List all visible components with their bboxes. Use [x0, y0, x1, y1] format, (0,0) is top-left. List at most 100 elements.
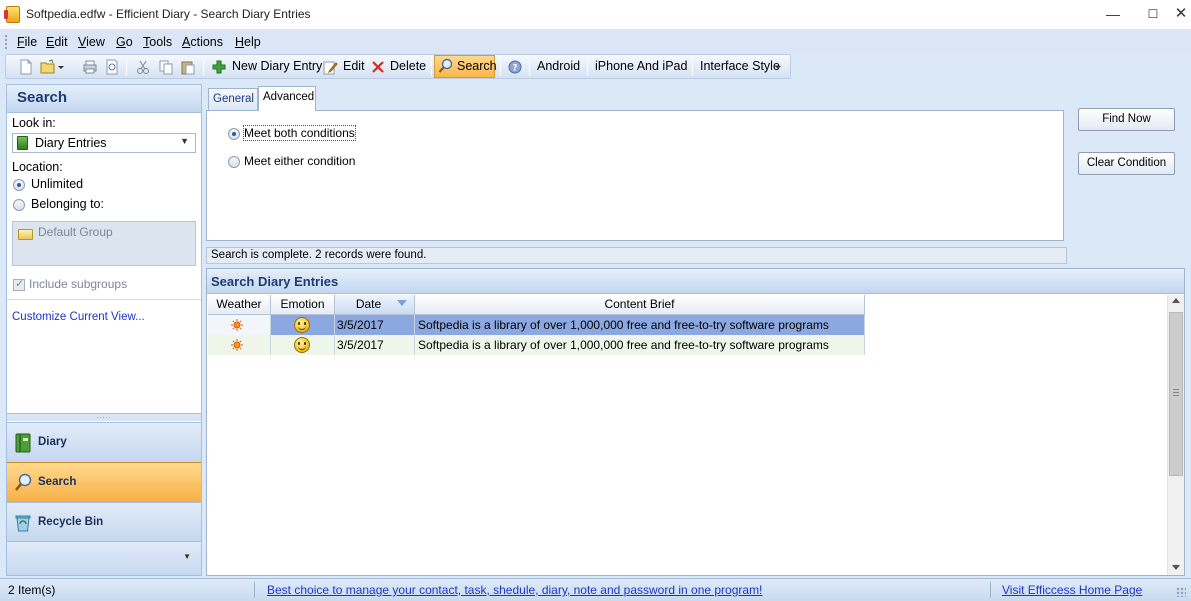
- nav-diary-label: Diary: [38, 436, 67, 448]
- window-title: Softpedia.edfw - Efficient Diary - Searc…: [26, 7, 311, 21]
- new-file-icon[interactable]: [18, 59, 34, 75]
- edit-pencil-icon: [323, 61, 338, 75]
- toolbar: New Diary Entry Edit Delete Search ? And…: [5, 54, 791, 79]
- open-folder-icon[interactable]: [40, 59, 56, 75]
- nav-search[interactable]: Search: [7, 462, 201, 502]
- menu-tools[interactable]: Tools: [143, 35, 172, 49]
- scroll-up-icon[interactable]: [1172, 298, 1180, 303]
- panel-title: Search: [7, 85, 201, 113]
- belonging-to-radio[interactable]: [13, 199, 25, 211]
- scroll-down-icon[interactable]: [1172, 565, 1180, 570]
- menu-file[interactable]: File: [17, 35, 37, 49]
- criteria-panel: Meet both conditions Meet either conditi…: [206, 110, 1064, 241]
- emotion-cell: [271, 335, 335, 355]
- column-emotion[interactable]: Emotion: [271, 295, 335, 315]
- nav-recycle-bin-label: Recycle Bin: [38, 516, 104, 528]
- sun-icon: [231, 339, 243, 351]
- copy-icon[interactable]: [158, 59, 174, 75]
- meet-both-label: Meet both conditions: [243, 125, 356, 141]
- interface-style-button[interactable]: Interface Style: [696, 55, 784, 78]
- divider: [7, 299, 201, 300]
- app-diary-icon: [4, 6, 20, 23]
- open-dropdown-icon[interactable]: [57, 59, 66, 75]
- menu-help[interactable]: Help: [235, 35, 261, 49]
- date-cell: 3/5/2017: [335, 335, 415, 355]
- print-icon[interactable]: [82, 59, 98, 75]
- home-page-link[interactable]: Visit Efficcess Home Page: [1002, 583, 1142, 597]
- look-in-value: Diary Entries: [35, 136, 107, 150]
- belonging-to-label: Belonging to:: [31, 197, 104, 211]
- paste-icon[interactable]: [180, 59, 196, 75]
- promo-link[interactable]: Best choice to manage your contact, task…: [267, 583, 762, 597]
- nav-recycle-bin[interactable]: Recycle Bin: [7, 502, 201, 542]
- chevron-down-icon: [775, 66, 781, 69]
- content-brief-cell: Softpedia is a library of over 1,000,000…: [415, 335, 865, 355]
- menu-view[interactable]: View: [78, 35, 105, 49]
- toolbar-separator: [126, 58, 127, 76]
- location-label: Location:: [12, 160, 63, 174]
- default-group-label: Default Group: [38, 225, 113, 239]
- results-title: Search Diary Entries: [207, 269, 1184, 294]
- android-button[interactable]: Android: [533, 55, 584, 78]
- print-preview-icon[interactable]: [104, 59, 120, 75]
- sun-icon: [231, 319, 243, 331]
- delete-button[interactable]: Delete: [386, 55, 430, 78]
- column-date[interactable]: Date: [335, 295, 415, 315]
- toolbar-separator: [692, 58, 693, 76]
- plus-icon: [212, 60, 226, 74]
- svg-text:?: ?: [512, 64, 517, 74]
- meet-either-radio[interactable]: [228, 156, 240, 168]
- menu-go[interactable]: Go: [116, 35, 133, 49]
- menu-edit[interactable]: Edit: [46, 35, 68, 49]
- find-now-button[interactable]: Find Now: [1078, 108, 1175, 131]
- clear-condition-button[interactable]: Clear Condition: [1078, 152, 1175, 175]
- panel-splitter[interactable]: .....: [7, 413, 201, 421]
- chevron-down-icon: ▼: [183, 552, 191, 561]
- resize-grip-icon[interactable]: [1176, 587, 1186, 597]
- menu-bar: File Edit View Go Tools Actions Help: [0, 30, 1191, 54]
- weather-cell: [208, 315, 271, 335]
- scroll-thumb[interactable]: [1169, 312, 1183, 476]
- tab-advanced[interactable]: Advanced: [258, 86, 316, 111]
- folder-icon: [18, 229, 33, 240]
- maximize-button[interactable]: ☐: [1138, 4, 1168, 24]
- iphone-ipad-button[interactable]: iPhone And iPad: [591, 55, 691, 78]
- title-bar: Softpedia.edfw - Efficient Diary - Searc…: [0, 0, 1191, 30]
- search-button[interactable]: Search: [434, 55, 497, 78]
- search-panel: Search Look in: Diary Entries ▼ Location…: [6, 84, 202, 576]
- status-separator: [254, 582, 255, 598]
- look-in-select[interactable]: Diary Entries ▼: [12, 133, 196, 153]
- column-date-label: Date: [355, 297, 382, 311]
- vertical-scrollbar[interactable]: [1167, 295, 1184, 575]
- unlimited-label: Unlimited: [31, 177, 84, 191]
- customize-view-link[interactable]: Customize Current View...: [12, 311, 145, 323]
- magnifier-icon: [438, 58, 453, 73]
- toolbar-separator: [431, 58, 432, 76]
- nav-diary[interactable]: Diary: [7, 422, 201, 462]
- minimize-button[interactable]: —: [1098, 4, 1128, 24]
- help-icon[interactable]: ?: [507, 59, 523, 75]
- recycle-bin-icon: [15, 515, 31, 532]
- group-selector[interactable]: Default Group: [12, 221, 196, 266]
- toolbar-separator: [587, 58, 588, 76]
- menu-actions[interactable]: Actions: [182, 35, 223, 49]
- close-button[interactable]: ✕: [1166, 4, 1191, 24]
- table-row[interactable]: 3/5/2017 Softpedia is a library of over …: [208, 335, 865, 355]
- cut-icon[interactable]: [135, 59, 151, 75]
- nav-overflow[interactable]: ▼: [7, 541, 201, 575]
- meet-both-radio[interactable]: [228, 128, 240, 140]
- edit-button[interactable]: Edit: [339, 55, 369, 78]
- table-row[interactable]: 3/5/2017 Softpedia is a library of over …: [208, 315, 865, 335]
- look-in-label: Look in:: [12, 116, 56, 130]
- menu-grip: [5, 35, 8, 49]
- new-diary-entry-button[interactable]: New Diary Entry: [228, 55, 326, 78]
- include-subgroups-checkbox[interactable]: [13, 277, 25, 291]
- column-weather[interactable]: Weather: [208, 295, 271, 315]
- unlimited-radio[interactable]: [13, 179, 25, 191]
- tab-general[interactable]: General: [208, 88, 258, 110]
- column-content-brief[interactable]: Content Brief: [415, 295, 865, 315]
- diary-book-icon: [15, 433, 31, 453]
- nav-search-label: Search: [38, 476, 77, 488]
- content-brief-cell: Softpedia is a library of over 1,000,000…: [415, 315, 865, 335]
- results-panel: Search Diary Entries Weather Emotion Dat…: [206, 268, 1185, 576]
